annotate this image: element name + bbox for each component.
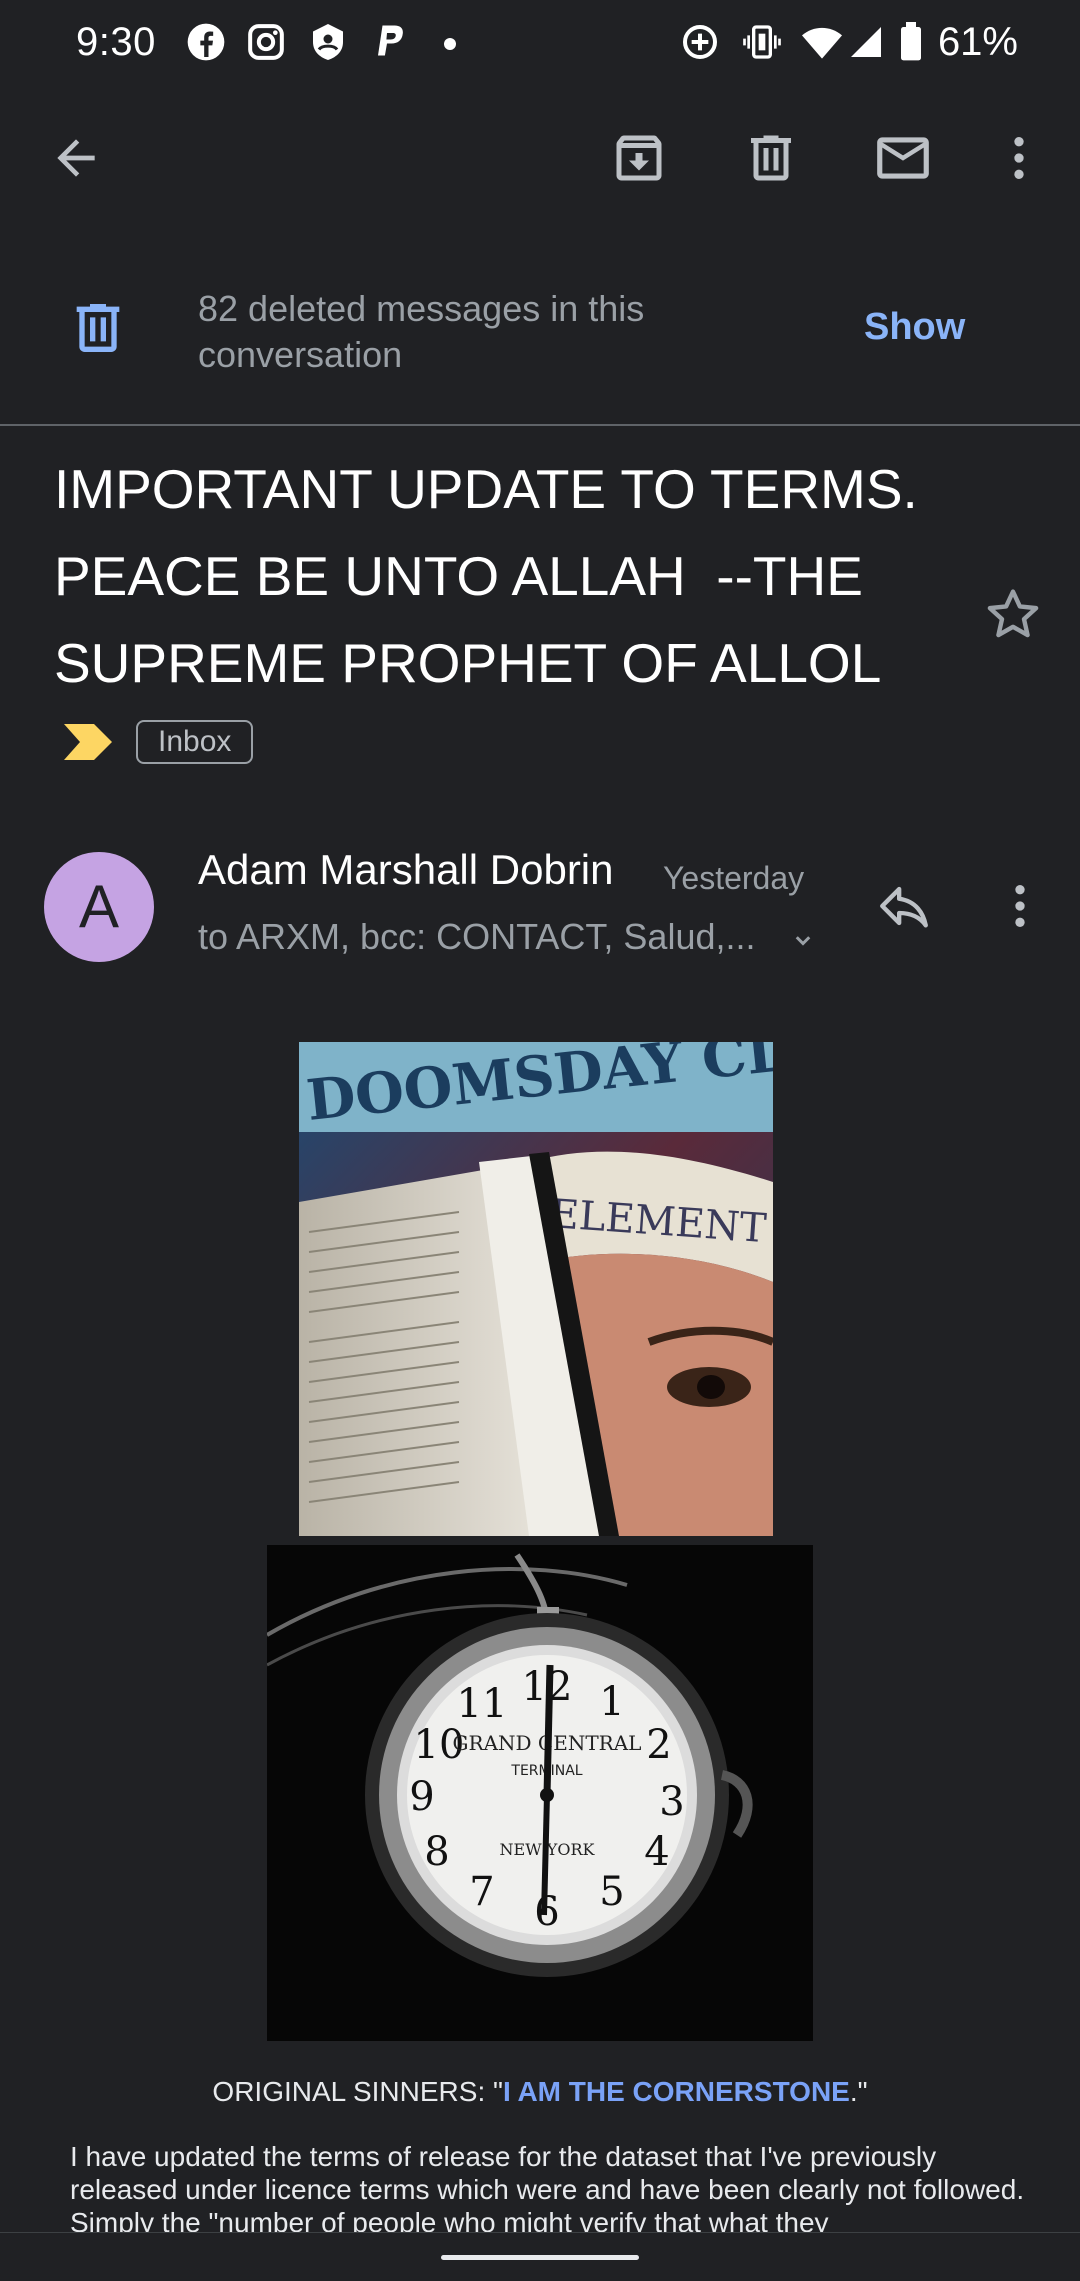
sender-name[interactable]: Adam Marshall Dobrin (198, 846, 614, 894)
svg-text:11: 11 (457, 1681, 508, 1727)
mark-unread-icon (877, 137, 929, 179)
back-button[interactable] (36, 118, 116, 198)
home-gesture-handle[interactable] (441, 2255, 639, 2260)
notification-dot-icon (444, 38, 456, 50)
embedded-image-clock[interactable]: 1212 345 678 91011 GRAND CENTRAL TERMINA… (267, 1545, 813, 2041)
message-date: Yesterday (663, 860, 805, 896)
embedded-image-doomsday[interactable]: DOOMSDAY CLOCK ELEMENT (299, 1042, 773, 1536)
svg-text:3: 3 (659, 1779, 684, 1825)
inbox-label-chip[interactable]: Inbox (136, 720, 254, 764)
svg-text:9: 9 (409, 1774, 434, 1820)
original-sinners-line: ORIGINAL SINNERS: "I AM THE CORNERSTONE.… (0, 2076, 1080, 2108)
wifi-icon (802, 27, 842, 59)
archive-button[interactable] (599, 118, 679, 198)
reply-button[interactable] (864, 866, 944, 946)
data-saver-icon (683, 25, 717, 59)
facebook-icon (187, 23, 225, 61)
archive-icon (616, 135, 662, 181)
svg-text:8: 8 (424, 1829, 449, 1875)
delete-button[interactable] (731, 118, 811, 198)
svg-text:5: 5 (599, 1869, 624, 1915)
subject-line-1: IMPORTANT UPDATE TO TERMS. (54, 458, 918, 520)
app-icon (313, 24, 343, 60)
importance-marker-icon[interactable] (62, 722, 114, 762)
sender-avatar[interactable]: A (44, 852, 154, 962)
delete-icon (751, 135, 791, 181)
svg-text:7: 7 (469, 1869, 494, 1915)
show-deleted-button[interactable]: Show (864, 306, 965, 349)
status-time: 9:30 (76, 20, 156, 64)
grand-central-clock-photo: 1212 345 678 91011 GRAND CENTRAL TERMINA… (267, 1545, 813, 2041)
back-arrow-icon (57, 139, 95, 177)
email-subject: IMPORTANT UPDATE TO TERMS. PEACE BE UNTO… (54, 446, 974, 707)
paypal-icon (378, 25, 403, 56)
cornerstone-link[interactable]: I AM THE CORNERSTONE (503, 2076, 850, 2107)
vibrate-icon (743, 25, 781, 59)
instagram-icon (248, 24, 284, 60)
svg-text:1: 1 (599, 1679, 624, 1725)
expand-details-icon[interactable] (788, 926, 818, 956)
battery-icon (901, 22, 921, 61)
mark-unread-button[interactable] (863, 118, 943, 198)
more-options-button[interactable] (979, 118, 1059, 198)
original-sinners-suffix: ." (849, 2076, 868, 2107)
subject-line-2: PEACE BE UNTO ALLAH --THE (54, 545, 863, 607)
svg-text:4: 4 (644, 1829, 669, 1875)
trash-icon (76, 304, 120, 352)
doomsday-photo: DOOMSDAY CLOCK ELEMENT (299, 1042, 773, 1536)
battery-percentage: 61% (937, 20, 1018, 64)
deleted-messages-text: 82 deleted messages in this conversation (198, 288, 645, 375)
divider (0, 424, 1080, 426)
message-more-button[interactable] (980, 866, 1060, 946)
message-body-paragraph: I have updated the terms of release for … (70, 2141, 1025, 2234)
more-vert-icon (1014, 137, 1024, 179)
recipients-line[interactable]: to ARXM, bcc: CONTACT, Salud,... (198, 916, 778, 958)
more-vert-icon (1015, 885, 1025, 927)
subject-line-3: SUPREME PROPHET OF ALLOL (54, 632, 882, 694)
svg-text:2: 2 (646, 1722, 671, 1768)
signal-icon (851, 27, 881, 57)
star-icon[interactable] (980, 582, 1046, 648)
original-sinners-prefix: ORIGINAL SINNERS: " (212, 2076, 503, 2107)
reply-icon (880, 886, 928, 928)
